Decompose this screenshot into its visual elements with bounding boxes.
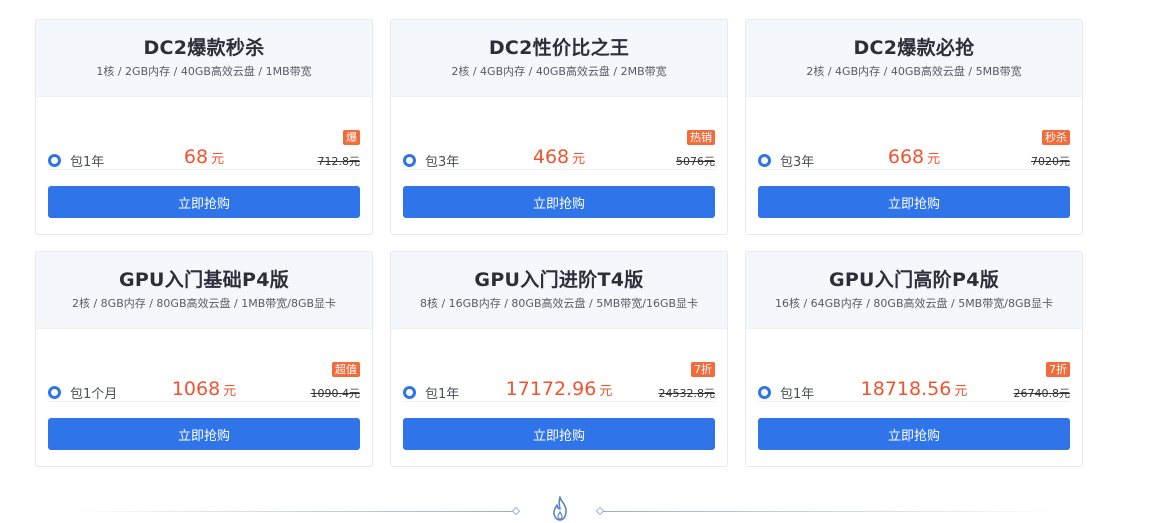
- card-title: GPU入门基础P4版: [118, 269, 290, 291]
- price-row: 包3年 468 元 热销 5076元: [403, 120, 715, 170]
- original-price: 7020元: [1031, 155, 1070, 168]
- card-title: GPU入门进阶T4版: [474, 269, 644, 291]
- product-card: GPU入门高阶P4版 16核 / 64GB内存 / 80GB高效云盘 / 5MB…: [745, 251, 1083, 467]
- card-header: GPU入门基础P4版 2核 / 8GB内存 / 80GB高效云盘 / 1MB带宽…: [36, 252, 372, 329]
- card-title: DC2爆款秒杀: [143, 37, 265, 59]
- product-grid: DC2爆款秒杀 1核 / 2GB内存 / 40GB高效云盘 / 1MB带宽 包1…: [0, 0, 1164, 523]
- price-value: 18718.56: [860, 378, 952, 400]
- card-header: DC2性价比之王 2核 / 4GB内存 / 40GB高效云盘 / 2MB带宽: [391, 20, 727, 97]
- card-header: GPU入门高阶P4版 16核 / 64GB内存 / 80GB高效云盘 / 5MB…: [746, 252, 1082, 329]
- divider-line-right: [603, 511, 1058, 512]
- card-title: DC2爆款必抢: [853, 37, 975, 59]
- price-unit: 元: [927, 152, 941, 167]
- original-price: 5076元: [676, 155, 715, 168]
- promo-badge: 7折: [1046, 362, 1070, 377]
- card-spec: 16核 / 64GB内存 / 80GB高效云盘 / 5MB带宽/8GB显卡: [774, 297, 1054, 310]
- buy-now-button[interactable]: 立即抢购: [758, 186, 1070, 218]
- card-spec: 1核 / 2GB内存 / 40GB高效云盘 / 1MB带宽: [96, 65, 312, 78]
- promo-badge: 7折: [691, 362, 715, 377]
- promo-badge: 爆: [343, 130, 360, 145]
- promo-badge: 热销: [687, 130, 715, 145]
- price-value: 17172.96: [505, 378, 597, 400]
- price-unit: 元: [599, 384, 613, 399]
- price-value: 668: [887, 146, 925, 168]
- card-header: DC2爆款秒杀 1核 / 2GB内存 / 40GB高效云盘 / 1MB带宽: [36, 20, 372, 97]
- price-unit: 元: [954, 384, 968, 399]
- buy-now-button[interactable]: 立即抢购: [758, 418, 1070, 450]
- card-spec: 2核 / 4GB内存 / 40GB高效云盘 / 5MB带宽: [806, 65, 1022, 78]
- card-title: GPU入门高阶P4版: [828, 269, 1000, 291]
- card-header: DC2爆款必抢 2核 / 4GB内存 / 40GB高效云盘 / 5MB带宽: [746, 20, 1082, 97]
- price-unit: 元: [572, 152, 586, 167]
- card-spec: 2核 / 8GB内存 / 80GB高效云盘 / 1MB带宽/8GB显卡: [71, 297, 337, 310]
- card-header: GPU入门进阶T4版 8核 / 16GB内存 / 80GB高效云盘 / 5MB带…: [391, 252, 727, 329]
- promo-badge: 超值: [332, 362, 360, 377]
- original-price: 1090.4元: [310, 387, 361, 400]
- divider-line-left: [70, 511, 515, 512]
- price-row: 包3年 668 元 秒杀 7020元: [758, 120, 1070, 170]
- product-card: GPU入门进阶T4版 8核 / 16GB内存 / 80GB高效云盘 / 5MB带…: [390, 251, 728, 467]
- price-row: 包1年 17172.96 元 7折 24532.8元: [403, 352, 715, 402]
- buy-now-button[interactable]: 立即抢购: [48, 186, 360, 218]
- card-spec: 8核 / 16GB内存 / 80GB高效云盘 / 5MB带宽/16GB显卡: [419, 297, 699, 310]
- price-value: 1068: [171, 378, 221, 400]
- original-price: 24532.8元: [658, 387, 716, 400]
- card-spec: 2核 / 4GB内存 / 40GB高效云盘 / 2MB带宽: [451, 65, 667, 78]
- price: 668 元: [758, 146, 1070, 168]
- price-value: 68: [183, 146, 209, 168]
- product-card: DC2爆款必抢 2核 / 4GB内存 / 40GB高效云盘 / 5MB带宽 包3…: [745, 19, 1083, 235]
- price: 68 元: [48, 146, 360, 168]
- original-price: 712.8元: [317, 155, 361, 168]
- promo-badge: 秒杀: [1042, 130, 1070, 145]
- buy-now-button[interactable]: 立即抢购: [403, 418, 715, 450]
- price-row: 包1个月 1068 元 超值 1090.4元: [48, 352, 360, 402]
- product-card: DC2爆款秒杀 1核 / 2GB内存 / 40GB高效云盘 / 1MB带宽 包1…: [35, 19, 373, 235]
- price-unit: 元: [211, 152, 225, 167]
- buy-now-button[interactable]: 立即抢购: [48, 418, 360, 450]
- price-value: 468: [532, 146, 570, 168]
- original-price: 26740.8元: [1013, 387, 1071, 400]
- card-title: DC2性价比之王: [488, 37, 630, 59]
- price-unit: 元: [223, 384, 237, 399]
- buy-now-button[interactable]: 立即抢购: [403, 186, 715, 218]
- product-card: DC2性价比之王 2核 / 4GB内存 / 40GB高效云盘 / 2MB带宽 包…: [390, 19, 728, 235]
- flame-icon: [553, 496, 567, 521]
- price-row: 包1年 18718.56 元 7折 26740.8元: [758, 352, 1070, 402]
- product-card: GPU入门基础P4版 2核 / 8GB内存 / 80GB高效云盘 / 1MB带宽…: [35, 251, 373, 467]
- price: 468 元: [403, 146, 715, 168]
- price-row: 包1年 68 元 爆 712.8元: [48, 120, 360, 170]
